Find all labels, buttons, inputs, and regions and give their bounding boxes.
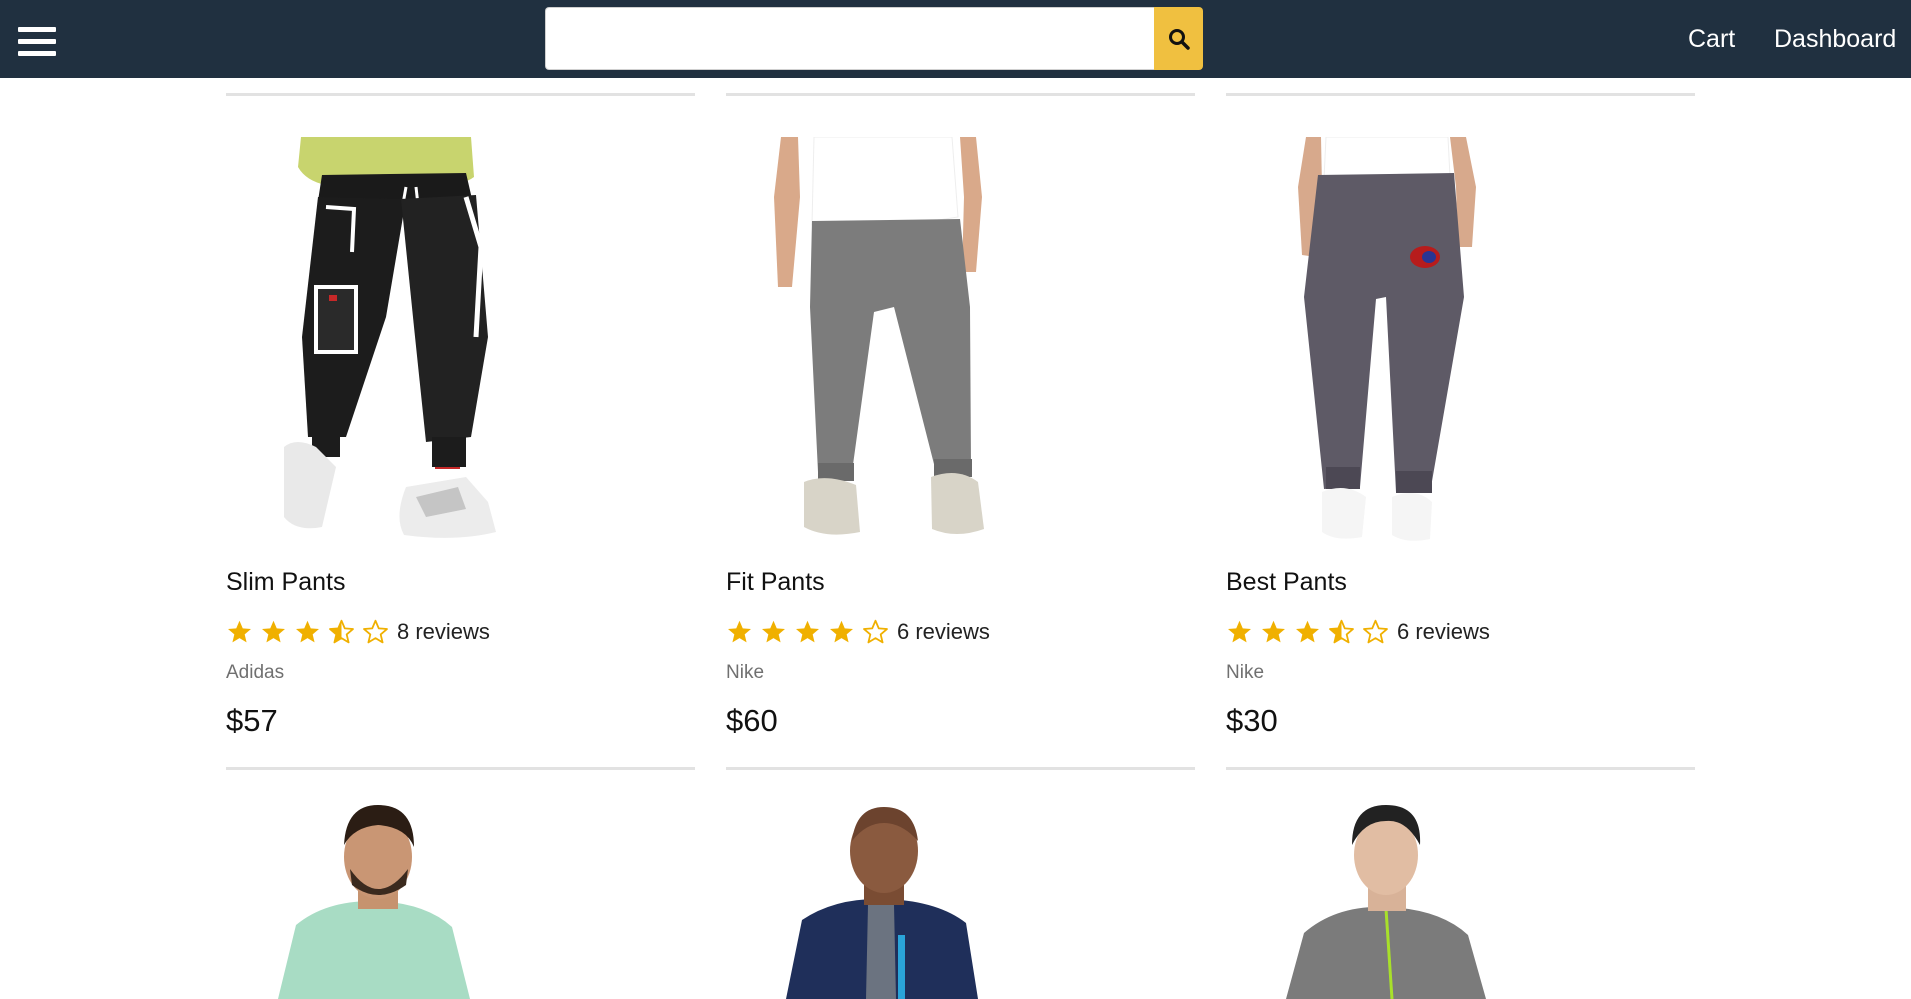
divider (1226, 93, 1695, 96)
divider (726, 93, 1195, 96)
review-count: 6 reviews (897, 619, 990, 644)
divider (1226, 767, 1695, 770)
star-full-icon (296, 620, 319, 642)
search-button[interactable] (1154, 7, 1203, 70)
search-icon (1168, 28, 1190, 50)
hamburger-menu-icon[interactable] (18, 27, 56, 57)
search-bar (545, 7, 1203, 70)
gray-zip-top-model-image[interactable] (1226, 805, 1695, 999)
star-rating: 6 reviews (726, 617, 990, 647)
divider (726, 767, 1195, 770)
star-full-icon (1262, 620, 1285, 642)
star-half-icon (1329, 619, 1354, 643)
star-full-icon (728, 620, 751, 642)
mint-hoodie-model-image[interactable] (226, 805, 695, 999)
review-count: 6 reviews (1397, 619, 1490, 644)
star-half-icon (329, 619, 354, 643)
product-brand: Nike (726, 662, 765, 683)
star-full-icon (762, 620, 785, 642)
product-image-best-pants[interactable] (1226, 137, 1695, 544)
product-image-fit-pants[interactable] (726, 137, 1195, 544)
star-rating: 6 reviews (1226, 617, 1490, 647)
divider (226, 93, 695, 96)
star-full-icon (830, 620, 853, 642)
star-full-icon (1296, 620, 1319, 642)
star-rating: 8 reviews (226, 617, 490, 647)
star-full-icon (262, 620, 285, 642)
dashboard-link[interactable]: Dashboard (1774, 24, 1896, 54)
search-input[interactable] (545, 7, 1154, 70)
review-count: 8 reviews (397, 619, 490, 644)
product-name[interactable]: Slim Pants (226, 567, 345, 597)
product-brand: Adidas (226, 662, 285, 683)
divider (226, 767, 695, 770)
product-price: $60 (726, 703, 778, 738)
product-brand: Nike (1226, 662, 1265, 683)
navy-jacket-model-image[interactable] (726, 805, 1195, 999)
top-navbar: Cart Dashboard (0, 0, 1911, 78)
star-empty-icon (1363, 619, 1388, 643)
star-full-icon (228, 620, 251, 642)
star-full-icon (796, 620, 819, 642)
product-name[interactable]: Fit Pants (726, 567, 825, 597)
cart-link[interactable]: Cart (1688, 24, 1735, 54)
product-price: $57 (226, 703, 278, 738)
star-empty-icon (863, 619, 888, 643)
star-full-icon (1228, 620, 1251, 642)
product-image-slim-pants[interactable] (226, 137, 695, 544)
product-name[interactable]: Best Pants (1226, 567, 1347, 597)
product-price: $30 (1226, 703, 1278, 738)
star-empty-icon (363, 619, 388, 643)
